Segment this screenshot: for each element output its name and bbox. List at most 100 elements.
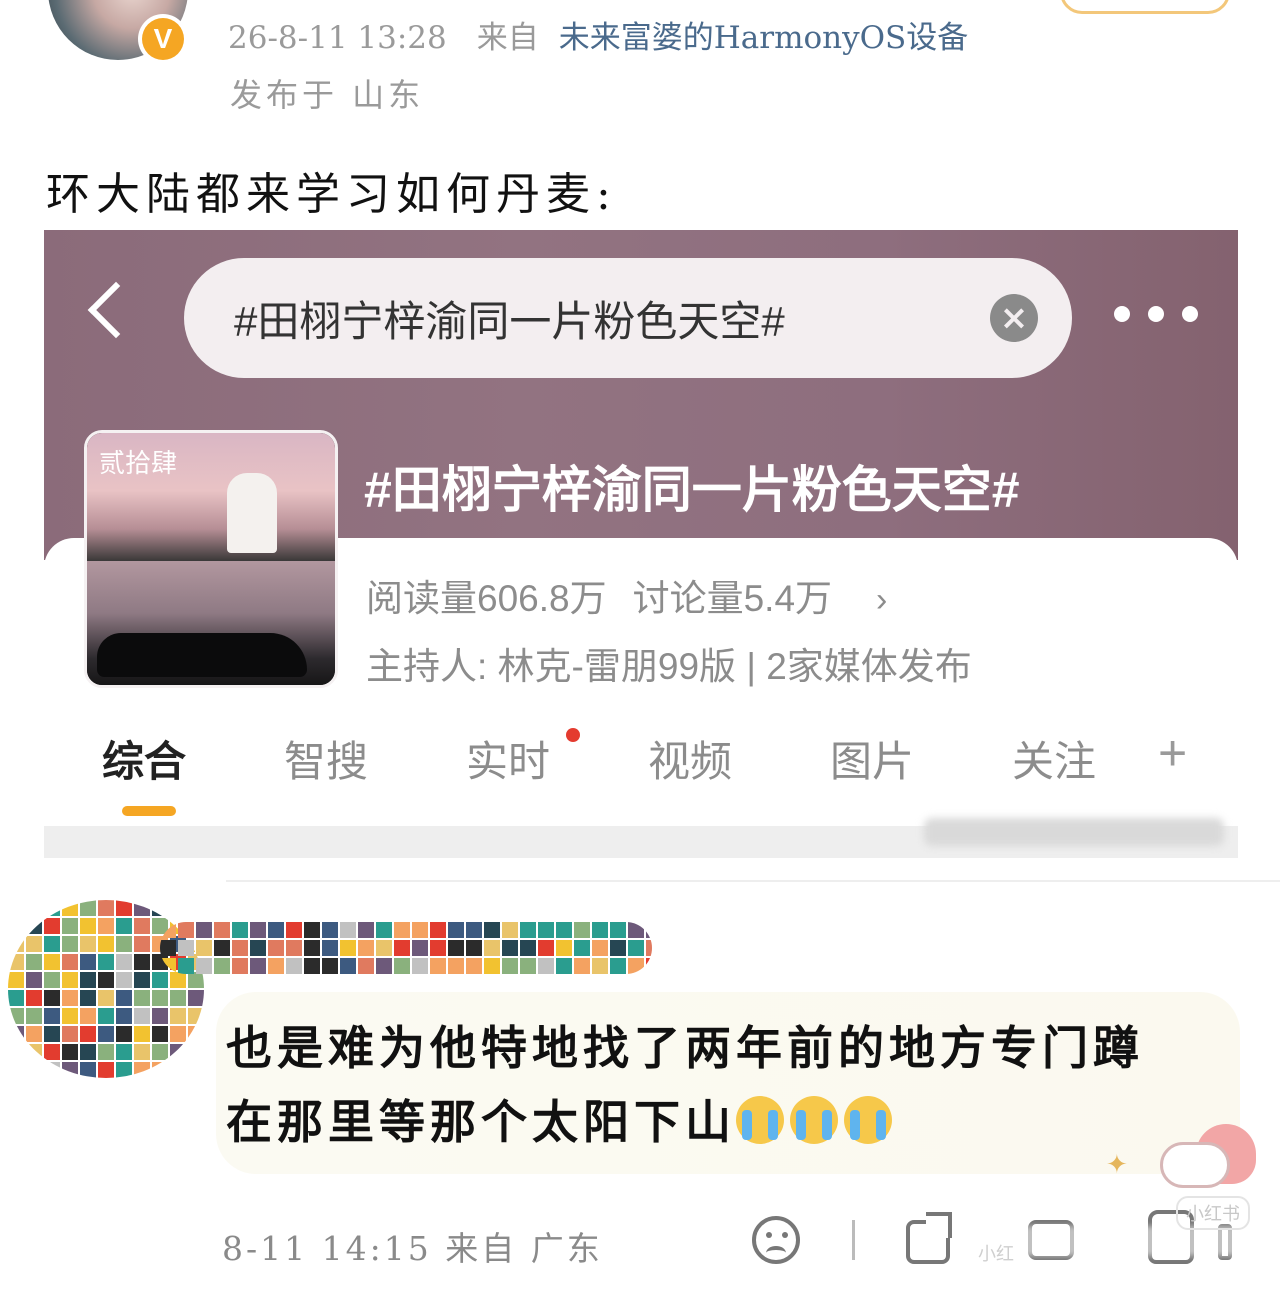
mosaic-cell xyxy=(520,922,536,938)
tab-video[interactable]: 视频 xyxy=(648,728,732,789)
mosaic-cell xyxy=(170,1044,186,1060)
mosaic-cell xyxy=(152,1062,168,1078)
mosaic-cell xyxy=(44,918,60,934)
commenter-name-mosaic[interactable] xyxy=(160,922,652,974)
bunny-icon xyxy=(1160,1142,1230,1188)
embedded-screenshot[interactable]: #田栩宁梓渝同一片粉色天空# × 贰拾肆 #田栩宁梓渝同一片粉色天空# 阅读量6… xyxy=(44,230,1238,858)
more-options-icon[interactable] xyxy=(1114,306,1214,326)
mosaic-cell xyxy=(8,1044,24,1060)
mosaic-cell xyxy=(232,940,248,956)
mosaic-cell xyxy=(134,1044,150,1060)
mosaic-cell xyxy=(610,922,626,938)
mosaic-cell xyxy=(80,1044,96,1060)
tab-comprehensive[interactable]: 综合 xyxy=(102,728,186,789)
mosaic-cell xyxy=(214,940,230,956)
mosaic-cell xyxy=(62,1044,78,1060)
mosaic-cell xyxy=(134,900,150,916)
comment-text-line-2-text: 在那里等那个太阳下山 xyxy=(226,1095,736,1149)
mosaic-cell xyxy=(214,958,230,974)
mosaic-cell xyxy=(152,1008,168,1024)
topic-title: #田栩宁梓渝同一片粉色天空# xyxy=(364,462,1020,518)
mosaic-cell xyxy=(430,958,446,974)
read-count: 阅读量606.8万 xyxy=(366,578,607,619)
comment-time: 8-11 14:15 xyxy=(222,1229,432,1268)
mosaic-cell xyxy=(448,940,464,956)
post-device-source[interactable]: 未来富婆的HarmonyOS设备 xyxy=(559,20,969,56)
mosaic-cell xyxy=(520,958,536,974)
mosaic-cell xyxy=(62,1026,78,1042)
mosaic-cell xyxy=(8,990,24,1006)
mosaic-cell xyxy=(98,972,114,988)
mosaic-cell xyxy=(44,936,60,952)
topic-host: 主持人: 林克-雷朋99版 | 2家媒体发布 xyxy=(366,646,972,687)
mosaic-cell xyxy=(44,972,60,988)
mosaic-cell xyxy=(376,922,392,938)
tab-realtime[interactable]: 实时 xyxy=(466,728,550,789)
mosaic-cell xyxy=(26,990,42,1006)
search-bar[interactable]: #田栩宁梓渝同一片粉色天空# × xyxy=(184,258,1072,378)
mosaic-name-icon xyxy=(160,922,652,974)
mosaic-cell xyxy=(134,1026,150,1042)
tab-smart-search[interactable]: 智搜 xyxy=(284,728,368,789)
mosaic-cell xyxy=(98,900,114,916)
mosaic-cell xyxy=(44,1044,60,1060)
mosaic-cell xyxy=(538,922,554,938)
mosaic-cell xyxy=(80,918,96,934)
mosaic-cell xyxy=(340,940,356,956)
verified-v-icon: V xyxy=(142,18,184,60)
mosaic-cell xyxy=(556,940,572,956)
add-tab-icon[interactable]: + xyxy=(1158,724,1187,782)
mosaic-cell xyxy=(394,922,410,938)
search-query[interactable]: #田栩宁梓渝同一片粉色天空# xyxy=(234,288,785,349)
mosaic-cell xyxy=(188,990,204,1006)
mosaic-cell xyxy=(178,922,194,938)
mosaic-cell xyxy=(502,922,518,938)
mosaic-cell xyxy=(26,1044,42,1060)
chevron-right-icon[interactable]: › xyxy=(876,581,887,619)
mosaic-cell xyxy=(232,958,248,974)
mosaic-cell xyxy=(170,1008,186,1024)
tab-images[interactable]: 图片 xyxy=(830,728,914,789)
mosaic-cell xyxy=(286,958,302,974)
dislike-face-icon[interactable] xyxy=(752,1216,800,1264)
mosaic-cell xyxy=(556,958,572,974)
mosaic-cell xyxy=(80,954,96,970)
mosaic-cell xyxy=(62,918,78,934)
mosaic-cell xyxy=(610,940,626,956)
topic-stats[interactable]: 阅读量606.8万 讨论量5.4万 › xyxy=(366,568,887,622)
mosaic-cell xyxy=(556,922,572,938)
mosaic-cell xyxy=(62,990,78,1006)
mosaic-cell xyxy=(430,940,446,956)
mosaic-cell xyxy=(80,900,96,916)
mosaic-cell xyxy=(646,940,652,956)
mosaic-cell xyxy=(170,1026,186,1042)
post-meta: 26-8-11 13:28 来自 未来富婆的HarmonyOS设备 xyxy=(228,12,968,57)
mosaic-cell xyxy=(44,1062,60,1078)
clear-icon[interactable]: × xyxy=(990,294,1038,342)
mosaic-cell xyxy=(466,958,482,974)
mosaic-cell xyxy=(134,1008,150,1024)
mosaic-cell xyxy=(170,990,186,1006)
mosaic-cell xyxy=(116,954,132,970)
watermark-text: 小红 xyxy=(978,1244,1014,1264)
mosaic-cell xyxy=(196,922,212,938)
mosaic-cell xyxy=(134,990,150,1006)
mosaic-cell xyxy=(8,954,24,970)
mosaic-cell xyxy=(26,1062,42,1078)
mosaic-cell xyxy=(8,900,24,916)
mosaic-cell xyxy=(98,1008,114,1024)
mosaic-cell xyxy=(98,1026,114,1042)
mosaic-cell xyxy=(520,940,536,956)
mosaic-cell xyxy=(178,940,194,956)
mosaic-cell xyxy=(8,936,24,952)
share-arrow-icon[interactable] xyxy=(926,1212,952,1238)
crying-face-icon xyxy=(844,1096,892,1144)
follow-button[interactable] xyxy=(1060,0,1230,14)
post-location: 发布于 山东 xyxy=(230,76,425,114)
mosaic-cell xyxy=(322,922,338,938)
topic-cover-image[interactable]: 贰拾肆 xyxy=(84,430,338,688)
mosaic-cell xyxy=(628,940,644,956)
tab-following[interactable]: 关注 xyxy=(1012,728,1096,789)
mosaic-cell xyxy=(214,922,230,938)
post-text: 环大陆都来学习如何丹麦: xyxy=(46,169,617,220)
